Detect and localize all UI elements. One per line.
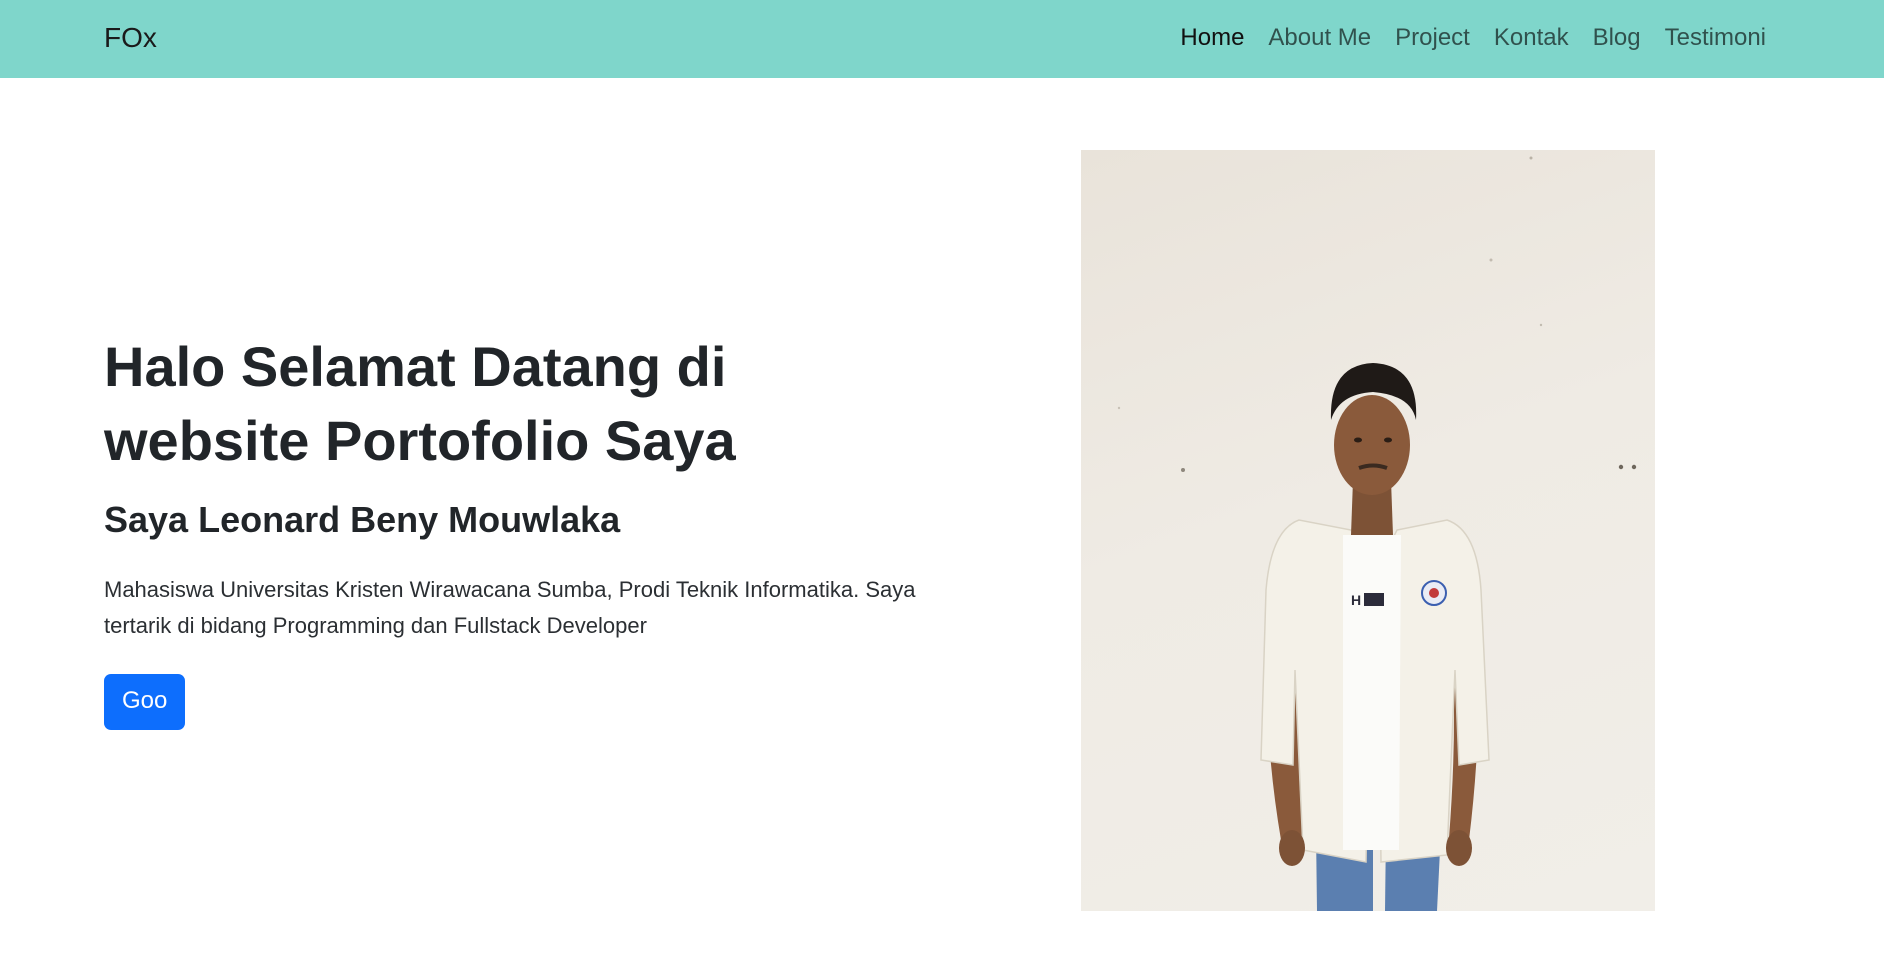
- top-navbar: FOx Home About Me Project Kontak Blog Te…: [0, 0, 1884, 78]
- profile-photo: H: [1081, 150, 1655, 911]
- nav-item-home: Home: [1180, 20, 1244, 56]
- nav-link-kontak[interactable]: Kontak: [1494, 24, 1569, 51]
- nav-item-testimoni: Testimoni: [1665, 20, 1766, 56]
- hero-description: Mahasiswa Universitas Kristen Wirawacana…: [104, 577, 916, 638]
- nav-link-project[interactable]: Project: [1395, 24, 1470, 51]
- hero-subtitle: Saya Leonard Beny Mouwlaka: [104, 499, 621, 540]
- nav-item-kontak: Kontak: [1494, 20, 1569, 56]
- nav-link-blog[interactable]: Blog: [1593, 24, 1641, 51]
- hero-title: Halo Selamat Datang di website Portofoli…: [104, 335, 736, 472]
- svg-text:H: H: [1351, 592, 1361, 608]
- nav-item-project: Project: [1395, 20, 1470, 56]
- nav-item-about-me: About Me: [1268, 20, 1371, 56]
- nav-item-blog: Blog: [1593, 20, 1641, 56]
- nav-link-home[interactable]: Home: [1180, 24, 1244, 51]
- goo-button[interactable]: Goo: [104, 674, 186, 730]
- hero-section: Halo Selamat Datang di website Portofoli…: [104, 330, 984, 730]
- person-portrait-image: H: [1117, 156, 1637, 911]
- nav-link-testimoni[interactable]: Testimoni: [1665, 24, 1766, 51]
- nav-menu: Home About Me Project Kontak Blog Testim…: [1180, 20, 1766, 56]
- nav-link-about-me[interactable]: About Me: [1268, 24, 1371, 51]
- brand-logo[interactable]: FOx: [104, 20, 157, 56]
